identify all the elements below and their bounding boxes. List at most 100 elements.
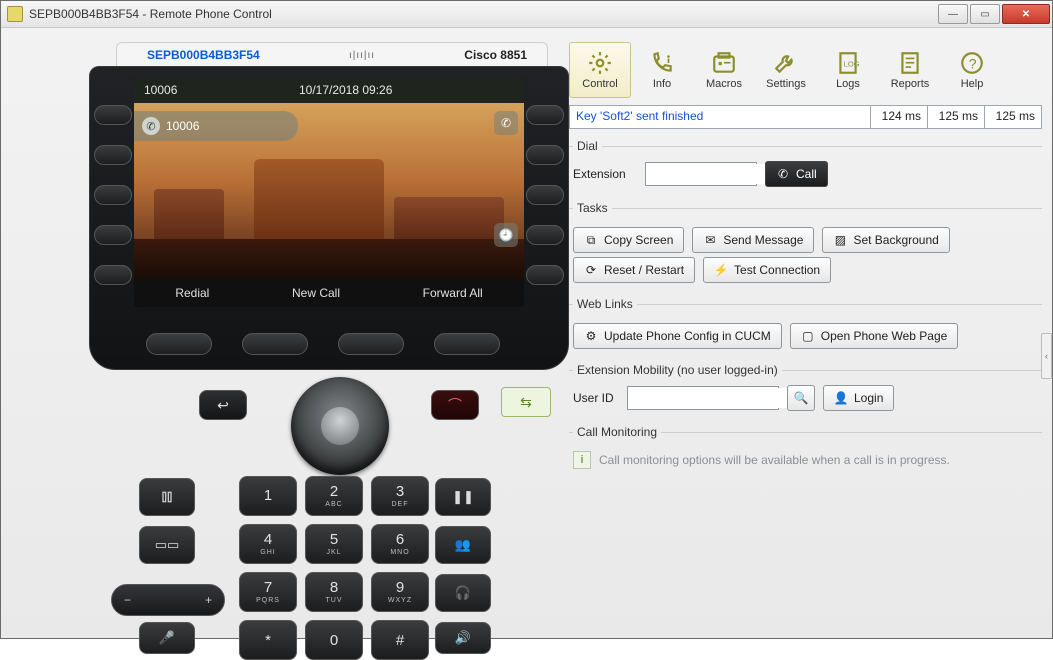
- userid-combo[interactable]: ▾: [627, 386, 779, 410]
- tab-info[interactable]: Info: [631, 42, 693, 98]
- line-key-r3[interactable]: [526, 185, 564, 205]
- line-chip[interactable]: ✆ 10006: [134, 111, 298, 141]
- close-button[interactable]: ✕: [1002, 4, 1050, 24]
- release-button[interactable]: ⌒: [431, 390, 479, 420]
- maximize-button[interactable]: ▭: [970, 4, 1000, 24]
- tab-reports[interactable]: Reports: [879, 42, 941, 98]
- softbutton-1[interactable]: [146, 333, 212, 355]
- dial-pad: 1 2ABC 3DEF 4GHI 5JKL 6MNO 7PQRS 8TUV 9W…: [239, 476, 439, 660]
- message-icon: ✉: [703, 233, 717, 247]
- line-key-r5[interactable]: [526, 265, 564, 285]
- softkey-3[interactable]: Forward All: [423, 286, 483, 300]
- tab-help[interactable]: ?Help: [941, 42, 1003, 98]
- minimize-button[interactable]: —: [938, 4, 968, 24]
- back-button[interactable]: ↩: [199, 390, 247, 420]
- copy-screen-button[interactable]: ⧉Copy Screen: [573, 227, 684, 253]
- volume-up-icon: +: [205, 593, 212, 607]
- gear-icon: [587, 50, 613, 76]
- phone-bezel: 10006 10/17/2018 09:26 ✆ 10006 ✆ 🕘: [89, 66, 569, 370]
- search-user-button[interactable]: 🔍: [787, 385, 815, 411]
- monitor-hint: i Call monitoring options will be availa…: [573, 451, 1042, 469]
- brand-logo: ı|ıı|ıı: [260, 50, 465, 61]
- key-8[interactable]: 8TUV: [305, 572, 363, 612]
- line-key-l4[interactable]: [94, 225, 132, 245]
- conference-button[interactable]: 👥: [435, 526, 491, 564]
- line-key-r2[interactable]: [526, 145, 564, 165]
- key-0[interactable]: 0: [305, 620, 363, 660]
- line-label: 10006: [166, 119, 199, 133]
- softbutton-3[interactable]: [338, 333, 404, 355]
- image-icon: ▨: [833, 233, 847, 247]
- line-key-l1[interactable]: [94, 105, 132, 125]
- test-connection-button[interactable]: ⚡Test Connection: [703, 257, 831, 283]
- em-legend: Extension Mobility (no user logged-in): [573, 363, 782, 377]
- hold-button-2[interactable]: ❚❚: [435, 478, 491, 516]
- speaker-button[interactable]: 🔊: [435, 622, 491, 654]
- volume-rocker[interactable]: −+: [111, 584, 225, 616]
- softkey-2[interactable]: New Call: [292, 286, 340, 300]
- log-icon: LOG: [835, 50, 861, 76]
- collapse-handle[interactable]: ‹: [1041, 333, 1052, 379]
- key-1[interactable]: 1: [239, 476, 297, 516]
- status-message: Key 'Soft2' sent finished: [570, 106, 870, 128]
- key-5[interactable]: 5JKL: [305, 524, 363, 564]
- status-time-3: 125 ms: [984, 106, 1041, 128]
- extension-combo[interactable]: ▾: [645, 162, 757, 186]
- login-button[interactable]: 👤Login: [823, 385, 894, 411]
- line-key-l5[interactable]: [94, 265, 132, 285]
- key-star[interactable]: *: [239, 620, 297, 660]
- monitor-hint-text: Call monitoring options will be availabl…: [599, 453, 950, 467]
- reset-restart-button[interactable]: ⟳Reset / Restart: [573, 257, 695, 283]
- key-2[interactable]: 2ABC: [305, 476, 363, 516]
- power-icon: ⟳: [584, 263, 598, 277]
- clock-icon[interactable]: 🕘: [494, 223, 518, 247]
- copy-icon: ⧉: [584, 233, 598, 247]
- screen-wallpaper: ✆ 10006 ✆ 🕘: [134, 103, 524, 279]
- softbutton-4[interactable]: [434, 333, 500, 355]
- key-3[interactable]: 3DEF: [371, 476, 429, 516]
- nav-select[interactable]: [321, 407, 359, 445]
- line-key-r4[interactable]: [526, 225, 564, 245]
- line-key-r1[interactable]: [526, 105, 564, 125]
- titlebar: SEPB000B4BB3F54 - Remote Phone Control —…: [1, 1, 1052, 28]
- key-7[interactable]: 7PQRS: [239, 572, 297, 612]
- tab-control[interactable]: Control: [569, 42, 631, 98]
- transfer-badge[interactable]: ⇆: [501, 387, 551, 417]
- call-icon[interactable]: ✆: [494, 111, 518, 135]
- userid-input[interactable]: [628, 388, 791, 408]
- main-toolbar: Control Info Macros Settings LOGLogs Rep…: [569, 42, 1042, 99]
- phone-screen[interactable]: 10006 10/17/2018 09:26 ✆ 10006 ✆ 🕘: [134, 77, 524, 307]
- call-button[interactable]: ✆Call: [765, 161, 828, 187]
- wrench-icon: [773, 50, 799, 76]
- phone-info-bar: SEPB000B4BB3F54 ı|ıı|ıı Cisco 8851: [116, 42, 548, 67]
- open-web-page-button[interactable]: ▢Open Phone Web Page: [790, 323, 959, 349]
- nav-cluster[interactable]: [291, 377, 389, 475]
- userid-label: User ID: [573, 391, 619, 405]
- tab-logs[interactable]: LOGLogs: [817, 42, 879, 98]
- key-9[interactable]: 9WXYZ: [371, 572, 429, 612]
- phone-mac: SEPB000B4BB3F54: [147, 48, 260, 62]
- gear-small-icon: ⚙: [584, 329, 598, 343]
- set-background-button[interactable]: ▨Set Background: [822, 227, 949, 253]
- mute-button[interactable]: 🎤: [139, 622, 195, 654]
- phone-info-icon: [649, 50, 675, 76]
- update-config-button[interactable]: ⚙Update Phone Config in CUCM: [573, 323, 782, 349]
- status-time-2: 125 ms: [927, 106, 984, 128]
- hold-button[interactable]: [139, 478, 195, 516]
- volume-down-icon: −: [124, 593, 131, 607]
- directory-button[interactable]: ▭▭: [139, 526, 195, 564]
- key-6[interactable]: 6MNO: [371, 524, 429, 564]
- send-message-button[interactable]: ✉Send Message: [692, 227, 814, 253]
- headset-button[interactable]: 🎧: [435, 574, 491, 612]
- help-icon: ?: [959, 50, 985, 76]
- tab-settings[interactable]: Settings: [755, 42, 817, 98]
- softkey-1[interactable]: Redial: [175, 286, 209, 300]
- softbutton-2[interactable]: [242, 333, 308, 355]
- key-4[interactable]: 4GHI: [239, 524, 297, 564]
- key-hash[interactable]: #: [371, 620, 429, 660]
- line-key-l2[interactable]: [94, 145, 132, 165]
- tasks-legend: Tasks: [573, 201, 612, 215]
- line-key-l3[interactable]: [94, 185, 132, 205]
- status-time-1: 124 ms: [870, 106, 927, 128]
- tab-macros[interactable]: Macros: [693, 42, 755, 98]
